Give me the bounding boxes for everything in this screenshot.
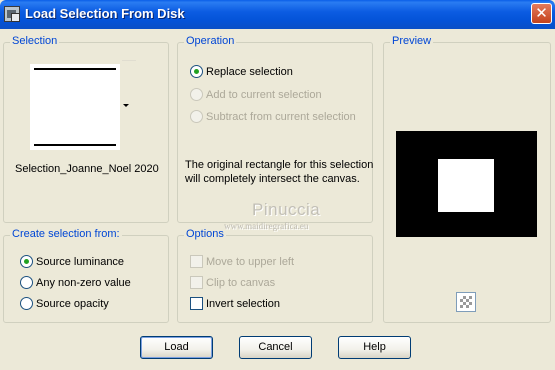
load-button[interactable]: Load <box>140 336 213 359</box>
transparency-toggle-button[interactable] <box>456 292 476 312</box>
replace-selection-radio[interactable] <box>190 65 203 78</box>
clip-to-canvas-label[interactable]: Clip to canvas <box>206 277 275 289</box>
close-button[interactable]: ✕ <box>531 3 552 24</box>
watermark-url: www.maidiregrafica.eu <box>224 221 309 231</box>
selection-group-title: Selection <box>10 35 60 47</box>
replace-selection-label[interactable]: Replace selection <box>206 66 293 78</box>
source-opacity-label[interactable]: Source opacity <box>36 298 109 310</box>
add-to-selection-label[interactable]: Add to current selection <box>206 89 322 101</box>
thumbnail-bottom-line <box>34 144 116 146</box>
selection-thumbnail[interactable] <box>30 64 120 150</box>
invert-selection-label[interactable]: Invert selection <box>206 298 280 310</box>
move-upper-left-checkbox[interactable] <box>190 255 203 268</box>
selection-app-icon <box>4 6 20 22</box>
create-from-group-title: Create selection from: <box>10 228 122 240</box>
window-title: Load Selection From Disk <box>25 6 185 21</box>
operation-group-title: Operation <box>184 35 237 47</box>
source-luminance-label[interactable]: Source luminance <box>36 256 124 268</box>
transparency-checker-icon <box>460 296 472 308</box>
subtract-selection-label[interactable]: Subtract from current selection <box>206 111 356 123</box>
preview-selection-area <box>438 159 494 212</box>
thumbnail-top-line <box>34 68 116 70</box>
cancel-button[interactable]: Cancel <box>239 336 312 359</box>
swatch-divider <box>122 60 136 61</box>
invert-selection-checkbox[interactable] <box>190 297 203 310</box>
options-group-title: Options <box>184 228 226 240</box>
preview-group-title: Preview <box>390 35 434 47</box>
close-icon: ✕ <box>535 4 548 22</box>
title-bar[interactable]: Load Selection From Disk ✕ <box>0 0 555 29</box>
subtract-selection-radio[interactable] <box>190 110 203 123</box>
non-zero-value-radio[interactable] <box>20 276 33 289</box>
clip-to-canvas-checkbox[interactable] <box>190 276 203 289</box>
chevron-down-icon[interactable] <box>123 104 129 107</box>
selection-name: Selection_Joanne_Noel 2020 <box>15 163 159 175</box>
operation-description-line1: The original rectangle for this selectio… <box>185 159 374 171</box>
source-luminance-radio[interactable] <box>20 255 33 268</box>
operation-description-line2: will completely intersect the canvas. <box>185 173 360 185</box>
watermark-name: Pinuccia <box>252 200 321 219</box>
move-upper-left-label[interactable]: Move to upper left <box>206 256 294 268</box>
help-button[interactable]: Help <box>338 336 411 359</box>
source-opacity-radio[interactable] <box>20 297 33 310</box>
add-to-selection-radio[interactable] <box>190 88 203 101</box>
non-zero-value-label[interactable]: Any non-zero value <box>36 277 131 289</box>
